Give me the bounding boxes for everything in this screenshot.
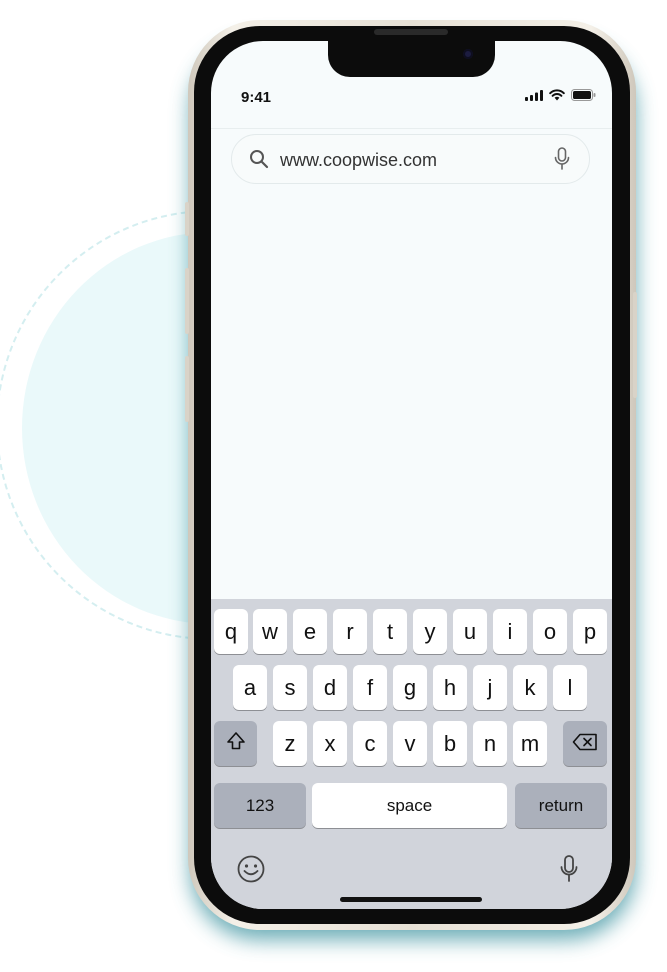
backspace-icon	[572, 731, 598, 757]
key-q[interactable]: q	[214, 609, 248, 654]
on-screen-keyboard: q w e r t y u i o p a s d f g h j k l z …	[211, 599, 612, 909]
key-y[interactable]: y	[413, 609, 447, 654]
key-m[interactable]: m	[513, 721, 547, 766]
side-button-volume-up	[185, 268, 189, 334]
key-o[interactable]: o	[533, 609, 567, 654]
emoji-icon[interactable]	[236, 854, 266, 889]
key-u[interactable]: u	[453, 609, 487, 654]
key-c[interactable]: c	[353, 721, 387, 766]
key-a[interactable]: a	[233, 665, 267, 710]
phone-screen: 9:41 www.coopwise.com q w e r t y u i o …	[211, 41, 612, 909]
space-key-label: space	[386, 795, 433, 815]
key-t[interactable]: t	[373, 609, 407, 654]
key-i[interactable]: i	[493, 609, 527, 654]
key-h[interactable]: h	[433, 665, 467, 710]
return-key-label: return	[538, 795, 584, 815]
front-camera	[463, 49, 473, 59]
address-bar[interactable]: www.coopwise.com	[231, 134, 590, 184]
notch	[328, 41, 495, 77]
microphone-icon[interactable]	[554, 147, 570, 176]
space-key[interactable]: space	[312, 783, 507, 828]
numbers-key-label: 123	[245, 795, 275, 815]
key-e[interactable]: e	[293, 609, 327, 654]
key-z[interactable]: z	[273, 721, 307, 766]
key-k[interactable]: k	[513, 665, 547, 710]
status-divider	[211, 128, 612, 129]
shift-icon	[226, 731, 246, 757]
key-f[interactable]: f	[353, 665, 387, 710]
key-v[interactable]: v	[393, 721, 427, 766]
key-r[interactable]: r	[333, 609, 367, 654]
key-d[interactable]: d	[313, 665, 347, 710]
dictation-microphone-icon[interactable]	[560, 854, 578, 889]
wifi-icon	[549, 88, 565, 106]
delete-key[interactable]	[563, 721, 607, 766]
key-w[interactable]: w	[253, 609, 287, 654]
key-l[interactable]: l	[553, 665, 587, 710]
numbers-key[interactable]: 123	[214, 783, 306, 828]
earpiece-speaker	[374, 29, 448, 35]
battery-icon	[571, 88, 596, 106]
search-icon	[249, 149, 269, 174]
key-p[interactable]: p	[573, 609, 607, 654]
status-icons	[525, 88, 596, 106]
status-time: 9:41	[241, 89, 272, 106]
side-button-power	[633, 292, 637, 398]
side-button-silent	[185, 202, 189, 236]
return-key[interactable]: return	[515, 783, 607, 828]
key-s[interactable]: s	[273, 665, 307, 710]
side-button-volume-down	[185, 356, 189, 422]
key-j[interactable]: j	[473, 665, 507, 710]
key-n[interactable]: n	[473, 721, 507, 766]
address-bar-url[interactable]: www.coopwise.com	[280, 150, 437, 171]
signal-icon	[525, 88, 543, 106]
home-indicator	[340, 897, 482, 902]
key-b[interactable]: b	[433, 721, 467, 766]
shift-key[interactable]	[214, 721, 257, 766]
key-x[interactable]: x	[313, 721, 347, 766]
key-g[interactable]: g	[393, 665, 427, 710]
